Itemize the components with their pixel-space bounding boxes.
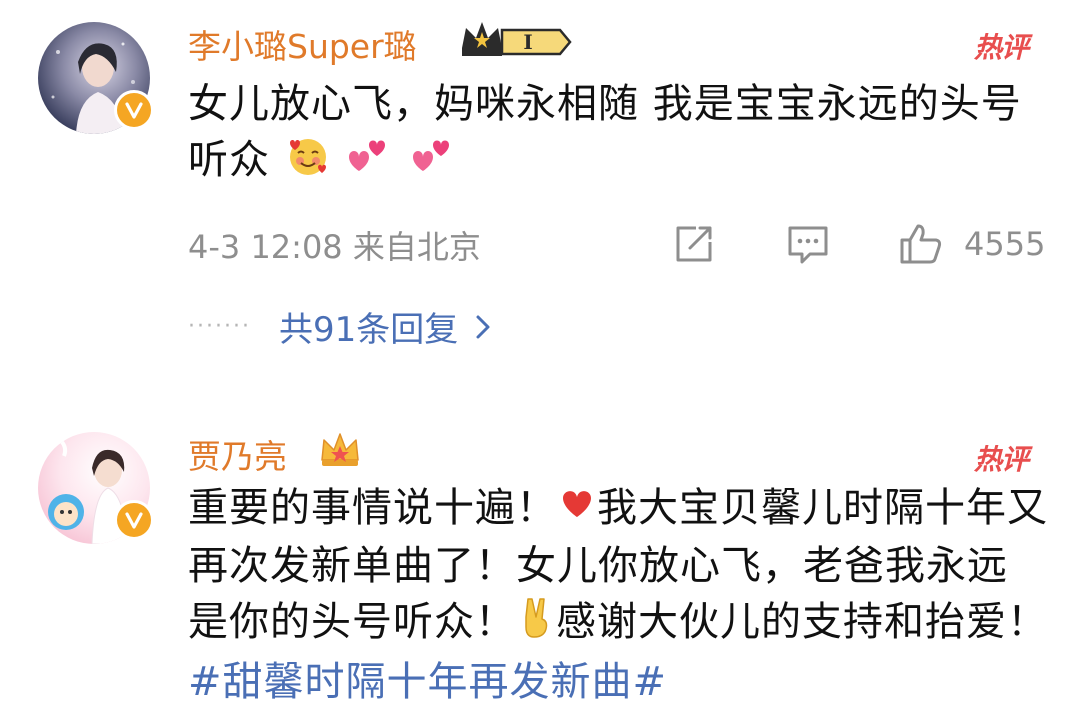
view-replies-link[interactable]: ······· 共91条回复 xyxy=(188,302,492,351)
username[interactable]: 李小璐Super璐 xyxy=(188,20,417,68)
crown-level-icon: I xyxy=(458,18,576,66)
crown-icon xyxy=(318,430,362,474)
verified-v-icon xyxy=(114,90,154,130)
comment-text: 女儿放心飞，妈咪永相随 我是宝宝永远的头号听众 xyxy=(188,76,1048,192)
avatar[interactable] xyxy=(38,22,154,134)
avatar[interactable] xyxy=(38,432,154,544)
verified-v-icon xyxy=(114,500,154,540)
dotted-divider: ······· xyxy=(188,314,251,339)
comment-meta: 4-3 12:08 来自北京 xyxy=(188,228,481,266)
comment-text-part: 感谢大伙儿的支持和抬爱！ xyxy=(556,599,1048,645)
comment-text: 重要的事情说十遍！ 我大宝贝馨儿时隔十年又再次发新单曲了！女儿你放心飞，老爸我永远… xyxy=(188,480,1048,710)
username[interactable]: 贾乃亮 xyxy=(188,430,287,478)
hot-comment-label: 热评 xyxy=(973,443,1029,476)
share-icon xyxy=(676,226,712,262)
comment-item: 李小璐Super璐 I 热评 女儿放心飞，妈咪永相随 我是宝宝永远的头号听众 4… xyxy=(0,0,1080,360)
two-hearts-emoji xyxy=(345,133,395,192)
comment-icon xyxy=(788,226,828,264)
chevron-right-icon xyxy=(476,315,490,338)
like-count: 4555 xyxy=(964,225,1046,263)
comment-text-part: 重要的事情说十遍！ xyxy=(188,485,557,531)
hot-comment-label: 热评 xyxy=(973,31,1029,64)
share-button[interactable] xyxy=(672,222,716,266)
replies-count-label: 共91条回复 xyxy=(278,310,459,350)
like-button[interactable]: 4555 xyxy=(898,222,1045,266)
thumbs-up-icon xyxy=(900,224,942,264)
two-hearts-emoji xyxy=(409,133,459,192)
red-heart-emoji xyxy=(557,482,597,538)
level-badge-text: I xyxy=(523,30,532,54)
comment-button[interactable] xyxy=(786,222,830,266)
comment-item: 贾乃亮 热评 重要的事情说十遍！ 我大宝贝馨儿时隔十年又再次发新单曲了！女儿你放心… xyxy=(0,410,1080,708)
victory-hand-emoji xyxy=(516,595,556,654)
hashtag-link[interactable]: #甜馨时隔十年再发新曲# xyxy=(188,659,667,705)
smiling-face-with-hearts-emoji xyxy=(284,133,332,192)
